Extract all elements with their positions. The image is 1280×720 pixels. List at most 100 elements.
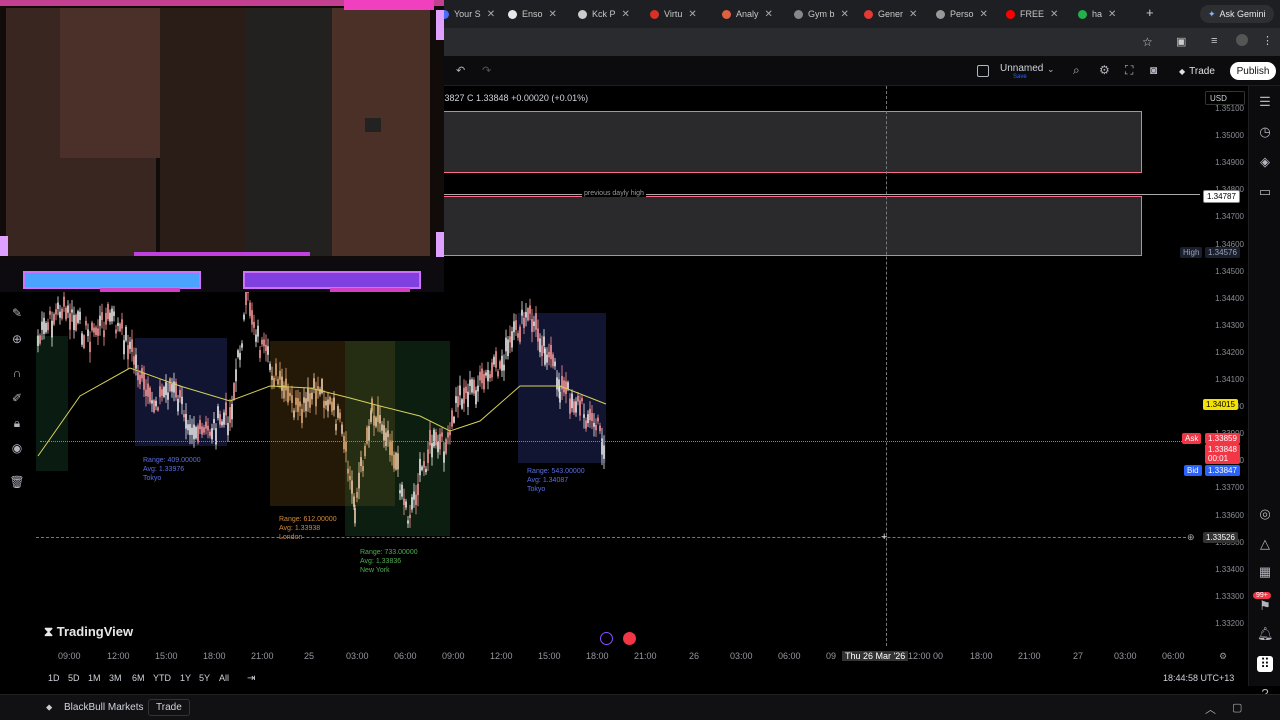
- broker-name[interactable]: BlackBull Markets: [64, 702, 143, 713]
- avatar[interactable]: [1236, 34, 1248, 46]
- candle-body: [223, 412, 225, 425]
- close-icon[interactable]: ✕: [549, 9, 557, 20]
- layout-icon[interactable]: [977, 65, 989, 77]
- chat-icon[interactable]: ▭: [1257, 184, 1273, 200]
- publish-button[interactable]: Publish: [1230, 62, 1276, 80]
- close-icon[interactable]: ✕: [1108, 9, 1116, 20]
- ask-gemini-button[interactable]: ✦ Ask Gemini: [1200, 5, 1274, 23]
- calendar-icon[interactable]: ▦: [1257, 564, 1273, 580]
- close-icon[interactable]: ✕: [980, 9, 988, 20]
- browser-tab[interactable]: Enso ✕: [508, 4, 568, 24]
- trash-icon[interactable]: 🗑︎: [9, 475, 25, 491]
- price-axis[interactable]: 1.351001.350001.349001.348001.347001.346…: [1200, 86, 1248, 646]
- browser-tab[interactable]: Your S ✕: [440, 4, 496, 24]
- trade-button[interactable]: ◆ Trade: [1172, 62, 1222, 80]
- chevron-down-icon[interactable]: ⌄: [1047, 64, 1055, 75]
- close-icon[interactable]: ✕: [688, 9, 696, 20]
- close-icon[interactable]: ✕: [1050, 9, 1058, 20]
- save-label[interactable]: Save: [1013, 74, 1027, 80]
- candle-body: [229, 407, 231, 423]
- candle-body: [105, 312, 107, 325]
- tab-label: Analy: [736, 9, 759, 19]
- browser-tab[interactable]: Virtu ✕: [650, 4, 720, 24]
- range-button[interactable]: 1Y: [180, 673, 191, 683]
- candle-body: [37, 335, 39, 346]
- redo-icon[interactable]: ↷: [482, 64, 491, 77]
- candle-body: [395, 452, 397, 470]
- settings-icon[interactable]: ⚙: [1099, 63, 1110, 77]
- close-icon[interactable]: ✕: [841, 9, 849, 20]
- axis-settings-icon[interactable]: ⚙: [1219, 651, 1227, 662]
- candle-body: [591, 413, 593, 421]
- footer-trade-button[interactable]: Trade: [148, 699, 190, 716]
- range-button[interactable]: 6M: [132, 673, 145, 683]
- lock-icon[interactable]: 🔒︎: [9, 416, 25, 432]
- browser-tab[interactable]: FREE ✕: [1006, 4, 1072, 24]
- fullscreen-icon[interactable]: ⛶: [1125, 63, 1133, 78]
- ask-price-tag: 1.33859: [1205, 433, 1240, 444]
- zoom-icon[interactable]: ⊕: [9, 332, 25, 348]
- clock-display[interactable]: 18:44:58 UTC+13: [1163, 673, 1234, 683]
- candle-body: [221, 421, 223, 426]
- candle-body: [117, 322, 119, 326]
- notifications-icon[interactable]: ⚑: [1257, 598, 1273, 614]
- candle-body: [471, 379, 473, 393]
- browser-tab[interactable]: ha ✕: [1078, 4, 1138, 24]
- date-range-bar: 1D 5D 1M 3M 6M YTD 1Y 5Y All ⇥ 18:44:58 …: [0, 668, 1248, 690]
- bell-icon[interactable]: 🔔︎: [1257, 626, 1274, 642]
- chevron-up-icon[interactable]: ︿: [1205, 701, 1216, 717]
- new-tab-button[interactable]: +: [1146, 5, 1154, 20]
- close-icon[interactable]: ✕: [622, 9, 630, 20]
- range-button[interactable]: 1M: [88, 673, 101, 683]
- undo-icon[interactable]: ↶: [456, 64, 465, 77]
- alerts-clock-icon[interactable]: ◷: [1257, 124, 1273, 140]
- close-icon[interactable]: ✕: [487, 9, 495, 20]
- browser-tab[interactable]: Kck P ✕: [578, 4, 642, 24]
- candle-body: [187, 424, 189, 431]
- range-button[interactable]: 3M: [109, 673, 122, 683]
- browser-tab[interactable]: Gener ✕: [864, 4, 932, 24]
- range-button[interactable]: YTD: [153, 673, 171, 683]
- maximize-icon[interactable]: ▢: [1232, 701, 1242, 714]
- candle-body: [425, 468, 427, 473]
- close-icon[interactable]: ✕: [909, 9, 917, 20]
- range-button[interactable]: 1D: [48, 673, 60, 683]
- close-icon[interactable]: ✕: [765, 9, 773, 20]
- eye-icon[interactable]: ◉: [9, 441, 25, 457]
- candle-body: [277, 379, 279, 385]
- bookmark-star-icon[interactable]: ☆: [1142, 35, 1153, 49]
- candle-body: [429, 430, 431, 446]
- magnet-icon[interactable]: ∩: [9, 366, 25, 382]
- menu-icon[interactable]: ⋮: [1262, 34, 1273, 47]
- browser-tab[interactable]: Analy ✕: [722, 4, 790, 24]
- candle-body: [203, 427, 205, 433]
- ideas-icon[interactable]: △: [1257, 536, 1273, 552]
- apps-icon[interactable]: ⠿: [1257, 656, 1273, 672]
- camera-icon[interactable]: ◙: [1150, 63, 1157, 77]
- target-icon[interactable]: ◎: [1257, 506, 1273, 522]
- candle-body: [327, 399, 329, 412]
- candle-body: [43, 317, 45, 334]
- replay-icon[interactable]: [600, 632, 613, 645]
- watchlist-icon[interactable]: ☰: [1257, 94, 1273, 110]
- trade-icon: ◆: [1179, 66, 1186, 76]
- goto-date-icon[interactable]: ⇥: [247, 673, 255, 684]
- record-icon[interactable]: [623, 632, 636, 645]
- browser-tab[interactable]: Gym b ✕: [794, 4, 860, 24]
- candle-body: [447, 432, 449, 438]
- candle-body: [554, 361, 556, 367]
- range-button[interactable]: 5D: [68, 673, 80, 683]
- price-axis-label: 1.33300: [1215, 591, 1244, 601]
- pencil-lock-icon[interactable]: ✐: [9, 391, 25, 407]
- layers-icon[interactable]: ◈: [1257, 154, 1273, 170]
- browser-tab[interactable]: Perso ✕: [936, 4, 1000, 24]
- range-button[interactable]: 5Y: [199, 673, 210, 683]
- media-icon[interactable]: ≡: [1211, 35, 1217, 47]
- range-button[interactable]: All: [219, 673, 229, 683]
- ruler-icon[interactable]: ✎: [9, 306, 25, 322]
- search-icon[interactable]: ⌕: [1073, 63, 1080, 78]
- layout-name[interactable]: Unnamed: [1000, 63, 1043, 74]
- tab-label: ha: [1092, 9, 1103, 19]
- extension-icon[interactable]: ▣: [1176, 35, 1186, 48]
- add-alert-icon[interactable]: ⊕: [1187, 532, 1195, 543]
